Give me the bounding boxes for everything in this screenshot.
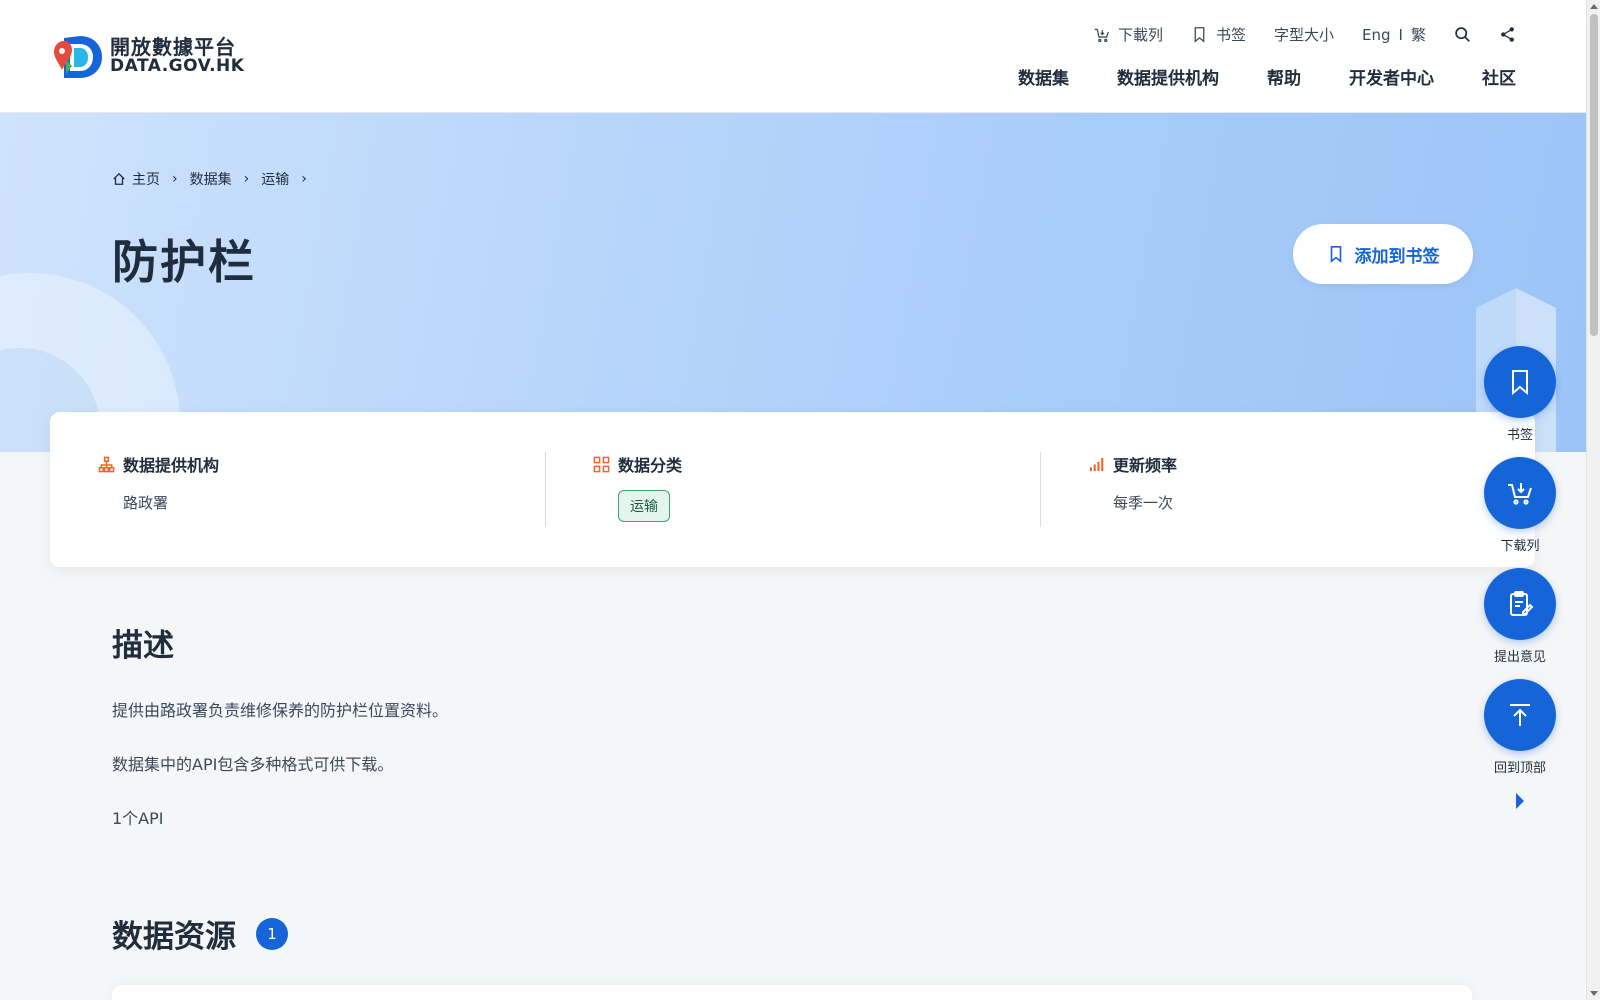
frequency-label: 更新频率 (1113, 456, 1178, 475)
lang-tc-link[interactable]: 繁 (1411, 24, 1426, 45)
provider-value[interactable]: 路政署 (123, 492, 497, 513)
description-line-2: 数据集中的API包含多种格式可供下载。 (112, 755, 394, 774)
logo-title-cn: 開放數據平台 (110, 34, 236, 59)
float-download-list-label: 下载列 (1500, 539, 1540, 554)
nav-item-developer[interactable]: 开发者中心 (1349, 64, 1434, 89)
site-logo[interactable]: 開放數據平台 DATA.GOV.HK (50, 30, 244, 82)
download-list-label: 下載列 (1117, 26, 1163, 44)
description-title: 描述 (112, 628, 174, 664)
scroll-up-arrow-icon[interactable] (1590, 4, 1598, 9)
resources-header: 数据资源 1 (112, 911, 288, 956)
chevron-right-icon: › (172, 171, 178, 187)
share-button[interactable] (1499, 26, 1516, 43)
api-count: 1个API (112, 809, 164, 828)
info-provider: 数据提供机构 路政署 (50, 412, 545, 567)
share-icon (1501, 27, 1514, 42)
site-header: 開放數據平台 DATA.GOV.HK 下載列 书签 字型大小 Eng I 繁 数… (0, 0, 1586, 113)
home-icon (113, 172, 125, 185)
category-tag[interactable]: 运输 (618, 490, 670, 522)
float-download-list-button[interactable]: 下载列 (1484, 457, 1556, 554)
floating-action-bar: 书签 下载列 提出意见 回到顶部 (1484, 346, 1556, 810)
description-line-1: 提供由路政署负责维修保养的防护栏位置资料。 (112, 701, 449, 720)
chevron-right-icon: › (301, 171, 307, 187)
float-bookmark-button[interactable]: 书签 (1484, 346, 1556, 443)
page-scrollbar[interactable] (1586, 0, 1600, 1000)
float-bookmark-label: 书签 (1506, 428, 1533, 443)
float-back-to-top-button[interactable]: 回到顶部 (1484, 679, 1556, 776)
lang-en-link[interactable]: Eng (1362, 26, 1391, 44)
add-bookmark-button[interactable]: 添加到书签 (1293, 224, 1473, 284)
org-chart-icon (98, 456, 115, 472)
page-title: 防护栏 (112, 235, 256, 289)
scroll-thumb[interactable] (1590, 14, 1598, 336)
category-label: 数据分类 (618, 456, 683, 475)
add-bookmark-label: 添加到书签 (1354, 246, 1440, 267)
download-list-link[interactable]: 下載列 (1093, 24, 1163, 45)
language-switcher: Eng I 繁 (1362, 24, 1426, 45)
breadcrumb-home-label: 主页 (132, 172, 160, 188)
arrow-up-icon (1510, 704, 1530, 726)
nav-item-community[interactable]: 社区 (1482, 64, 1516, 89)
logo-title-en: DATA.GOV.HK (110, 55, 245, 76)
collapse-arrow-icon[interactable] (1513, 792, 1527, 810)
font-size-link[interactable]: 字型大小 (1274, 24, 1334, 45)
resources-title: 数据资源 (112, 919, 236, 955)
bookmark-icon (1330, 245, 1341, 263)
clipboard-edit-icon (1510, 591, 1534, 616)
main-nav: 数据集 数据提供机构 帮助 开发者中心 社区 (1018, 64, 1516, 89)
float-back-to-top-label: 回到顶部 (1493, 761, 1546, 776)
bookmark-icon (1512, 370, 1528, 396)
scroll-down-arrow-icon[interactable] (1590, 991, 1598, 996)
breadcrumb-category[interactable]: 运输 (261, 169, 289, 189)
provider-label: 数据提供机构 (123, 456, 220, 475)
frequency-value: 每季一次 (1113, 494, 1174, 512)
bookmark-icon (1194, 27, 1205, 43)
breadcrumb-datasets[interactable]: 数据集 (190, 169, 232, 189)
font-size-label: 字型大小 (1274, 26, 1335, 44)
info-category: 数据分类 运输 (545, 412, 1040, 567)
breadcrumb-home[interactable]: 主页 (112, 169, 160, 189)
float-feedback-button[interactable]: 提出意见 (1484, 568, 1556, 665)
resources-count-badge: 1 (256, 917, 288, 950)
utility-bar: 下載列 书签 字型大小 Eng I 繁 (1065, 24, 1516, 45)
bookmark-link[interactable]: 书签 (1191, 24, 1246, 45)
dataset-info-card: 数据提供机构 路政署 数据分类 运输 更新频率 每季一次 (50, 412, 1535, 567)
nav-item-providers[interactable]: 数据提供机构 (1117, 64, 1219, 89)
grid-category-icon (593, 456, 610, 472)
nav-item-help[interactable]: 帮助 (1267, 64, 1301, 89)
logo-mark-icon (50, 30, 104, 82)
resource-card (112, 985, 1472, 1000)
lang-separator: I (1398, 25, 1403, 44)
breadcrumb: 主页 › 数据集 › 运输 › (112, 169, 307, 189)
bookmark-label: 书签 (1216, 26, 1247, 44)
nav-item-datasets[interactable]: 数据集 (1018, 64, 1069, 89)
signal-bars-icon (1089, 457, 1104, 471)
info-frequency: 更新频率 每季一次 (1040, 412, 1535, 567)
chevron-right-icon: › (243, 171, 250, 187)
search-button[interactable] (1454, 26, 1471, 43)
float-feedback-label: 提出意见 (1493, 650, 1546, 665)
cart-download-icon (1094, 28, 1109, 43)
cart-download-icon (1508, 483, 1532, 505)
search-icon (1455, 27, 1470, 42)
